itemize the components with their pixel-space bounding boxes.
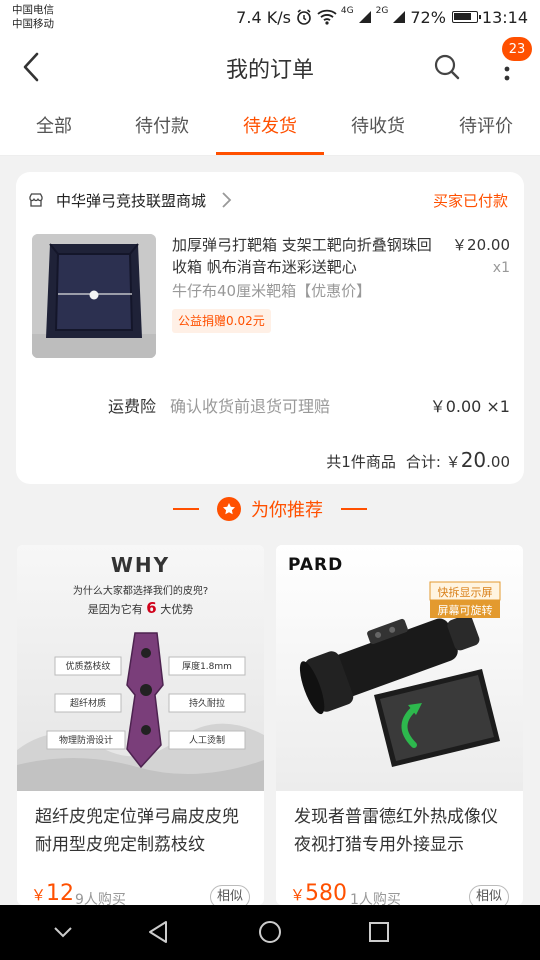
tab-pending-receipt[interactable]: 待收货: [324, 100, 432, 155]
price-value: 580: [305, 881, 348, 905]
alarm-icon: [297, 9, 311, 25]
price-currency: ￥: [290, 886, 306, 904]
system-nav-bar: [0, 905, 540, 960]
nav-back-icon: [149, 921, 167, 943]
battery-percent: 72%: [410, 7, 446, 27]
total-dec: .00: [486, 453, 510, 471]
order-total-row: 共1件商品 合计: ￥20.00: [326, 448, 510, 472]
nav-collapse-icon: [54, 927, 72, 938]
shop-name: 中华弹弓竞技联盟商城: [56, 191, 207, 210]
product-price: ￥20.00: [452, 236, 510, 254]
ad-why-text: WHY: [110, 553, 171, 577]
tab-pending-shipment[interactable]: 待发货: [216, 100, 324, 155]
nav-recents-button[interactable]: [364, 917, 394, 947]
ad-tag: 厚度1.8mm: [182, 662, 232, 672]
product-qty: x1: [492, 260, 510, 276]
ad-tag: 人工烫制: [188, 736, 225, 746]
insurance-desc: 确认收货前退货可理赔: [170, 397, 331, 416]
search-icon: [434, 54, 460, 80]
net-label-4g: 4G: [340, 6, 354, 16]
nav-back-button[interactable]: [144, 917, 174, 947]
shipping-insurance-row: 运费险 确认收货前退货可理赔 ￥0.00 ×1: [16, 393, 510, 417]
similar-button[interactable]: 相似: [210, 885, 250, 905]
price-currency: ￥: [31, 886, 47, 904]
recommend-image[interactable]: PARD 快拆显示屏 屏幕可旋转: [276, 545, 523, 791]
signal-icon: [358, 11, 371, 23]
recommend-title: 为你推荐: [251, 500, 323, 521]
ad-answer: 是因为它有 6 大优势: [17, 599, 264, 617]
ad-answer-post: 大优势: [160, 603, 194, 616]
clock: 13:14: [481, 7, 528, 27]
recommend-item-sold: 9人购买: [75, 892, 126, 905]
status-bar: 中国电信 中国移动 7.4 K/s 4G 2G 72% 13:14: [0, 0, 540, 34]
notification-badge: 23: [502, 37, 532, 61]
divider-line: [173, 508, 199, 510]
total-int: 20: [460, 448, 487, 472]
app-header: 我的订单 23: [0, 34, 540, 100]
carrier-info: 中国电信 中国移动: [12, 3, 54, 31]
search-button[interactable]: [432, 52, 462, 82]
ad-tag: 优质荔枝纹: [65, 662, 111, 672]
recommend-item-sold: 1人购买: [350, 892, 401, 905]
tab-pending-review[interactable]: 待评价: [432, 100, 540, 155]
recommend-card[interactable]: PARD 快拆显示屏 屏幕可旋转 发现者普雷德红外热成像仪夜视打猎专用外接显示 …: [276, 545, 523, 905]
similar-button[interactable]: 相似: [469, 885, 509, 905]
order-tabs: 全部 待付款 待发货 待收货 待评价: [0, 100, 540, 156]
ad-answer-pre: 是因为它有: [87, 603, 143, 616]
recommend-card[interactable]: WHY 为什么大家都选择我们的皮兜? 是因为它有 6 大优势 优质荔枝纹 厚度1…: [17, 545, 264, 905]
product-title[interactable]: 加厚弹弓打靶箱 支架工靶向折叠钢珠回收箱 帆布消音布迷彩送靶心: [172, 234, 438, 278]
chevron-right-icon: [222, 192, 232, 208]
nav-recents-icon: [369, 922, 389, 942]
recommend-item-title[interactable]: 超纤皮兜定位弹弓扁皮皮兜耐用型皮兜定制荔枝纹: [35, 803, 254, 859]
ad-badge-2: 屏幕可旋转: [437, 604, 493, 617]
shop-icon: [29, 193, 43, 207]
insurance-label: 运费险: [107, 397, 156, 416]
tab-all[interactable]: 全部: [0, 100, 108, 155]
product-sku: 牛仔布40厘米靶箱【优惠价】: [172, 282, 372, 300]
target-box-illustration: [32, 234, 156, 358]
recommend-item-price: ￥12: [31, 881, 74, 905]
total-label: 合计: ￥20.00: [406, 448, 510, 472]
ad-answer-num: 6: [146, 599, 157, 617]
nav-home-button[interactable]: [255, 917, 285, 947]
status-indicators: 7.4 K/s 4G 2G 72% 13:14: [236, 6, 528, 28]
net-label-2g: 2G: [375, 6, 389, 16]
recommend-header: 为你推荐: [0, 494, 540, 524]
charity-tag: 公益捐赠0.02元: [172, 309, 271, 333]
recommend-image[interactable]: WHY 为什么大家都选择我们的皮兜? 是因为它有 6 大优势 优质荔枝纹 厚度1…: [17, 545, 264, 791]
recommend-item-title[interactable]: 发现者普雷德红外热成像仪夜视打猎专用外接显示: [294, 803, 513, 859]
ad-tag: 持久耐拉: [188, 699, 225, 709]
insurance-price: ￥0.00 ×1: [429, 397, 510, 416]
order-status: 买家已付款: [432, 191, 508, 210]
nav-home-icon: [259, 921, 281, 943]
ad-tag: 超纤材质: [69, 699, 106, 709]
total-currency: ￥: [445, 453, 461, 471]
battery-icon: [451, 11, 481, 23]
network-speed: 7.4 K/s: [236, 7, 291, 27]
tab-pending-payment[interactable]: 待付款: [108, 100, 216, 155]
thermal-scope-image: [276, 545, 523, 791]
order-card[interactable]: 中华弹弓竞技联盟商城 买家已付款 加厚弹弓打靶箱 支架工靶向折叠钢珠回收箱 帆布…: [16, 172, 524, 484]
brand-logo: PARD: [288, 555, 344, 575]
ad-badge-1: 快拆显示屏: [437, 586, 493, 599]
total-count: 共1件商品: [326, 453, 396, 471]
star-icon: [217, 497, 241, 521]
carrier-1: 中国电信: [12, 4, 54, 16]
nav-collapse-button[interactable]: [48, 917, 78, 947]
divider-line: [341, 508, 367, 510]
product-image[interactable]: [32, 234, 156, 358]
carrier-2: 中国移动: [12, 18, 54, 30]
ad-tag: 物理防滑设计: [58, 736, 113, 746]
total-amount: ￥20.00: [446, 448, 510, 472]
shop-row[interactable]: 中华弹弓竞技联盟商城 买家已付款: [28, 188, 508, 212]
ad-question: 为什么大家都选择我们的皮兜?: [72, 586, 209, 597]
wifi-icon: [317, 9, 337, 25]
total-label-text: 合计:: [405, 453, 441, 471]
signal-icon-2: [393, 11, 406, 23]
price-value: 12: [46, 881, 75, 905]
recommend-item-price: ￥580: [290, 881, 347, 905]
